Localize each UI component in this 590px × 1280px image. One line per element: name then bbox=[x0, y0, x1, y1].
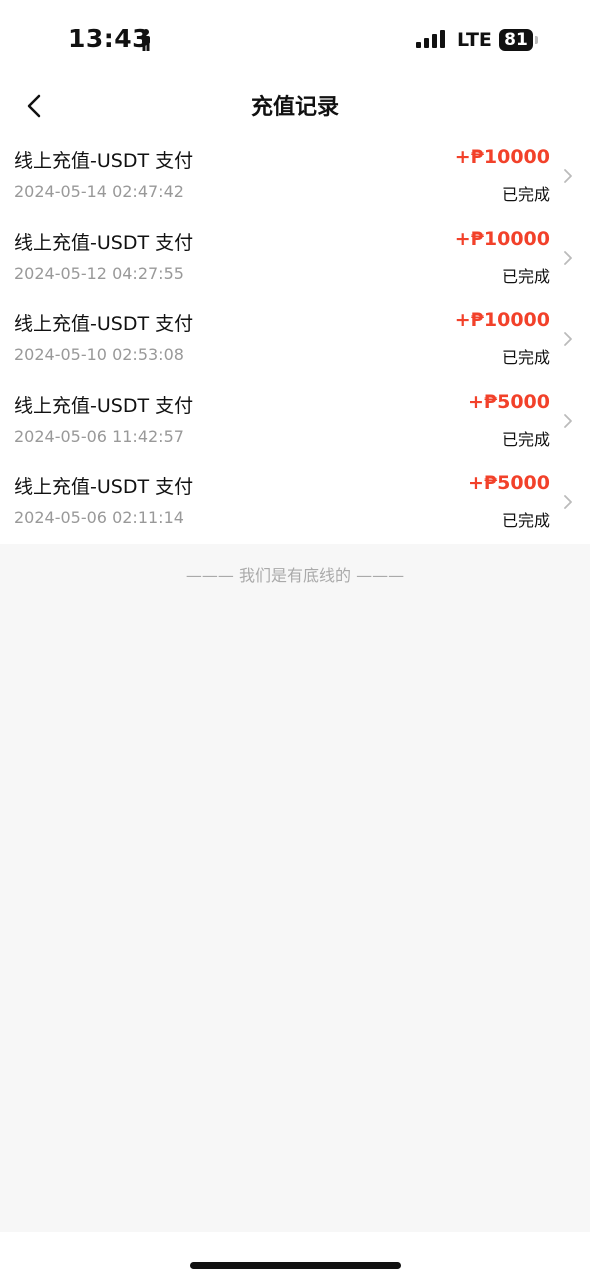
home-indicator[interactable] bbox=[190, 1262, 401, 1269]
record-status: 已完成 bbox=[501, 185, 550, 204]
record-title: 线上充值-USDT 支付 bbox=[14, 313, 194, 336]
record-row[interactable]: 线上充值-USDT 支付 2024-05-14 02:47:42 +₱10000… bbox=[0, 136, 590, 218]
record-time: 2024-05-12 04:27:55 bbox=[14, 263, 184, 283]
record-time: 2024-05-06 11:42:57 bbox=[14, 426, 184, 446]
record-title: 线上充值-USDT 支付 bbox=[14, 394, 194, 417]
record-status: 已完成 bbox=[501, 511, 550, 531]
chevron-right-icon bbox=[564, 413, 572, 428]
chevron-right-icon bbox=[564, 332, 572, 347]
battery-cap bbox=[535, 36, 538, 44]
signal-icon bbox=[416, 30, 445, 48]
status-time: 13:43 bbox=[68, 24, 151, 53]
nav-bar: 充值记录 bbox=[0, 80, 590, 136]
record-amount: +₱5000 bbox=[467, 390, 550, 413]
record-amount: +₱10000 bbox=[454, 309, 550, 332]
record-amount: +₱10000 bbox=[454, 146, 550, 168]
record-title: 线上充值-USDT 支付 bbox=[14, 476, 194, 499]
status-bar: 13:43 LTE 81 bbox=[0, 0, 590, 80]
record-status: 已完成 bbox=[501, 266, 550, 286]
record-status: 已完成 bbox=[501, 348, 550, 368]
chevron-right-icon bbox=[564, 250, 572, 265]
chevron-right-icon bbox=[564, 495, 572, 510]
record-title: 线上充值-USDT 支付 bbox=[14, 150, 194, 172]
battery-icon: 81 bbox=[499, 29, 533, 51]
record-time: 2024-05-10 02:53:08 bbox=[14, 345, 184, 365]
record-time: 2024-05-06 02:11:14 bbox=[14, 508, 184, 528]
record-row[interactable]: 线上充值-USDT 支付 2024-05-10 02:53:08 +₱10000… bbox=[0, 299, 590, 381]
person-icon bbox=[142, 29, 150, 51]
record-row[interactable]: 线上充值-USDT 支付 2024-05-06 11:42:57 +₱5000 … bbox=[0, 381, 590, 463]
network-type: LTE bbox=[457, 29, 492, 51]
record-amount: +₱5000 bbox=[467, 472, 550, 495]
record-time: 2024-05-14 02:47:42 bbox=[14, 182, 184, 201]
record-title: 线上充值-USDT 支付 bbox=[14, 231, 194, 254]
record-status: 已完成 bbox=[501, 429, 550, 449]
recharge-record-list: 线上充值-USDT 支付 2024-05-14 02:47:42 +₱10000… bbox=[0, 136, 590, 544]
record-row[interactable]: 线上充值-USDT 支付 2024-05-06 02:11:14 +₱5000 … bbox=[0, 462, 590, 544]
chevron-right-icon bbox=[564, 169, 572, 183]
bottom-safe-area bbox=[0, 1232, 590, 1280]
record-amount: +₱10000 bbox=[454, 227, 550, 250]
page-title: 充值记录 bbox=[250, 95, 339, 120]
record-row[interactable]: 线上充值-USDT 支付 2024-05-12 04:27:55 +₱10000… bbox=[0, 218, 590, 300]
list-end-text: ——— 我们是有底线的 ——— bbox=[185, 566, 405, 585]
